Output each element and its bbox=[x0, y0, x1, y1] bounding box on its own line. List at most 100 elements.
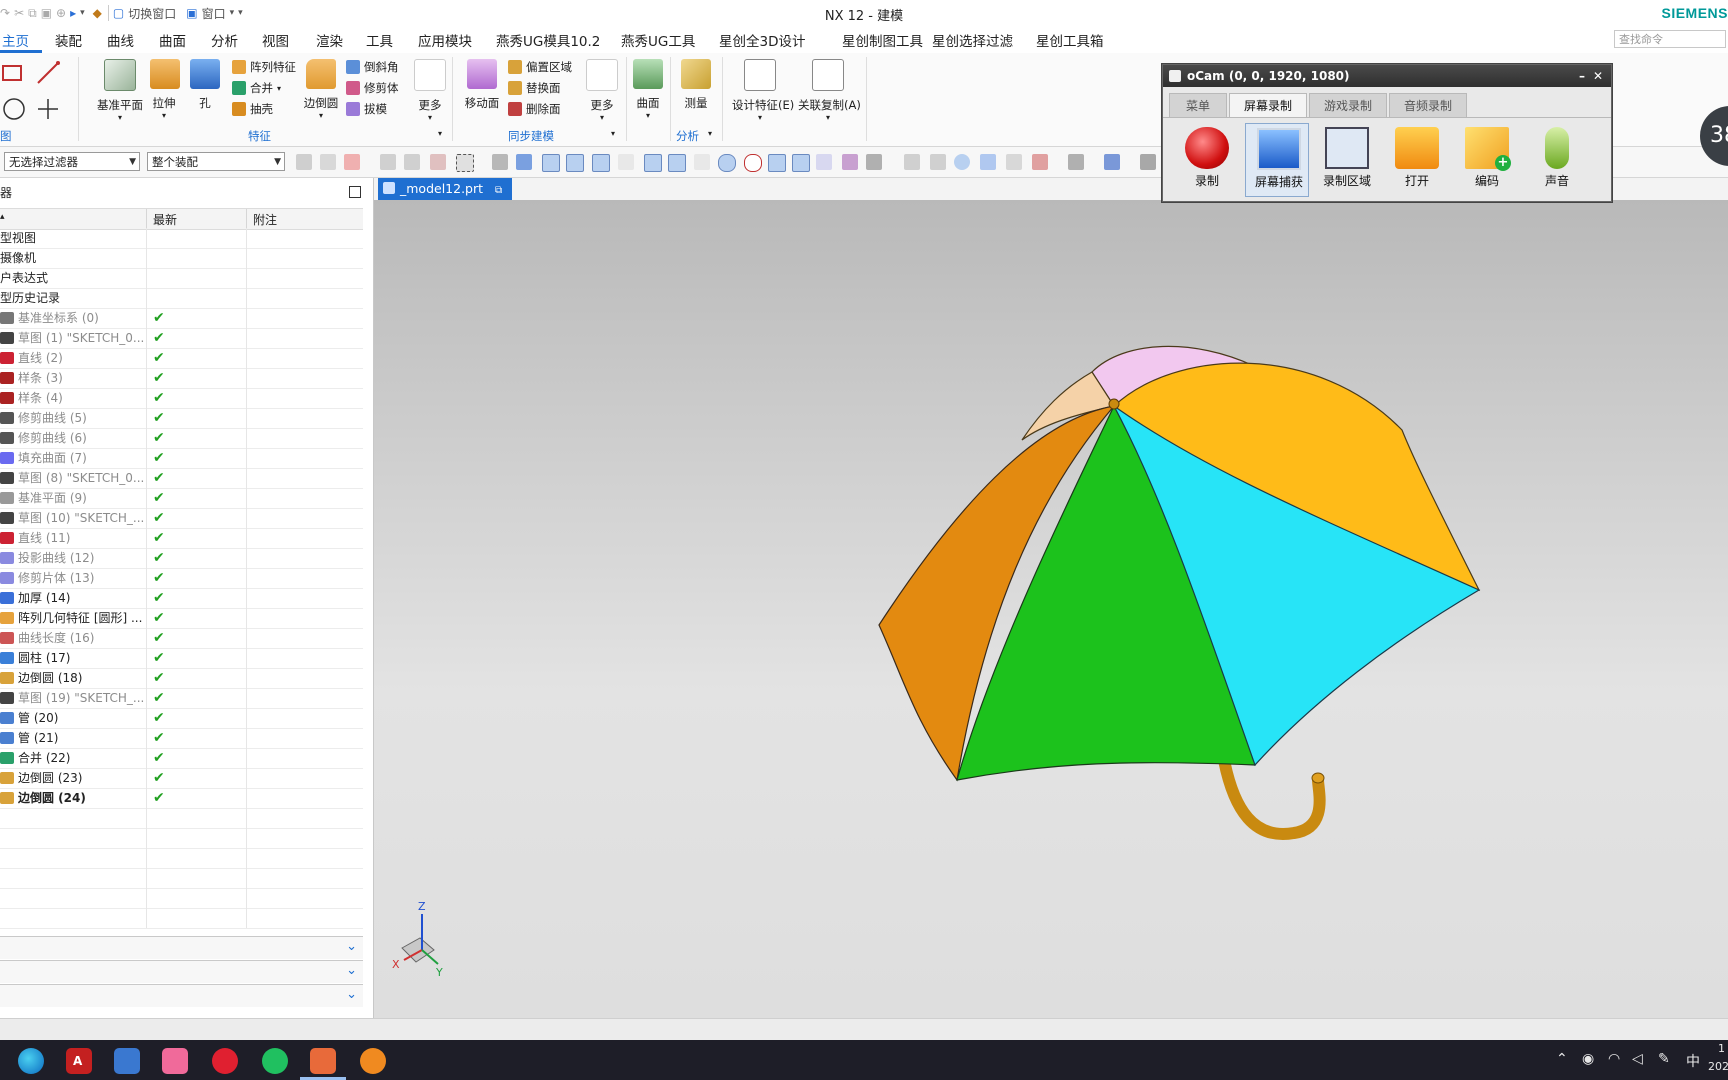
ime-indicator[interactable]: 中 bbox=[1686, 1051, 1700, 1071]
chevron-down-icon[interactable]: ⌄ bbox=[346, 939, 357, 954]
ocam-tab-audio-record[interactable]: 音频录制 bbox=[1389, 93, 1467, 118]
ocam-sound-button[interactable]: 声音 bbox=[1525, 123, 1589, 197]
surface-button[interactable]: 曲面 ▾ bbox=[632, 59, 664, 120]
tab-xingchuang-drawing[interactable]: 星创制图工具 bbox=[842, 30, 923, 50]
assembly-scope-select[interactable]: 整个装配 ▼ bbox=[147, 152, 285, 171]
line-icon[interactable] bbox=[36, 61, 60, 85]
chevron-down-icon[interactable]: ⌄ bbox=[346, 987, 357, 1002]
feature-row[interactable]: 修剪曲线 (5) ✔ bbox=[0, 408, 363, 429]
file-tab[interactable]: _model12.prt ⧉ ✕ bbox=[378, 178, 512, 220]
circle-icon[interactable] bbox=[2, 97, 26, 121]
point-icon[interactable] bbox=[36, 97, 60, 121]
column-notes[interactable]: 附注 bbox=[253, 211, 277, 228]
snap-edge-icon[interactable] bbox=[592, 154, 610, 172]
tab-application[interactable]: 应用模块 bbox=[418, 30, 472, 50]
zoom-icon[interactable] bbox=[930, 154, 946, 170]
feature-row[interactable]: 基准坐标系 (0) ✔ bbox=[0, 308, 363, 329]
tab-yanxiu-tools[interactable]: 燕秀UG工具 bbox=[621, 30, 695, 50]
ocam-record-button[interactable]: 录制 bbox=[1175, 123, 1239, 197]
tab-curve[interactable]: 曲线 bbox=[107, 30, 134, 50]
acrobat-icon[interactable]: A bbox=[66, 1048, 92, 1074]
tab-yanxiu-mold[interactable]: 燕秀UG模具10.2 bbox=[496, 30, 600, 50]
snap-face-icon[interactable] bbox=[816, 154, 832, 170]
details-panel[interactable]: ⌄ bbox=[0, 960, 363, 983]
snap-tangent-icon[interactable] bbox=[694, 154, 710, 170]
delete-face-button[interactable]: 删除面 bbox=[508, 101, 561, 117]
feature-row[interactable]: 样条 (4) ✔ bbox=[0, 388, 363, 409]
feature-row[interactable]: 基准平面 (9) ✔ bbox=[0, 488, 363, 509]
clock-date[interactable]: 202 bbox=[1708, 1060, 1728, 1073]
replace-face-button[interactable]: 替换面 bbox=[508, 80, 561, 96]
snap-curve-icon[interactable] bbox=[618, 154, 634, 170]
snap-wave-icon[interactable] bbox=[668, 154, 686, 172]
ocam-tab-game-record[interactable]: 游戏录制 bbox=[1309, 93, 1387, 118]
feature-row[interactable]: 修剪片体 (13) ✔ bbox=[0, 568, 363, 589]
body-icon[interactable] bbox=[516, 154, 532, 170]
navigator-node[interactable]: 型视图 bbox=[0, 228, 363, 249]
ocam-title-bar[interactable]: oCam (0, 0, 1920, 1080) – ✕ bbox=[1163, 65, 1611, 87]
snap-spline-icon[interactable] bbox=[644, 154, 662, 172]
snap-icon-3[interactable] bbox=[380, 154, 396, 170]
ocam-record-area-button[interactable]: 录制区域 bbox=[1315, 123, 1379, 197]
pan-icon[interactable] bbox=[980, 154, 996, 170]
display-icon[interactable] bbox=[1104, 154, 1120, 170]
unite-button[interactable]: 合并 ▾ bbox=[232, 80, 281, 96]
feature-row[interactable]: 阵列几何特征 [圆形] ... ✔ bbox=[0, 608, 363, 629]
associative-copy-button[interactable]: 关联复制(A) ▾ bbox=[798, 59, 861, 122]
snap-line-icon[interactable] bbox=[566, 154, 584, 172]
snap-icon-5[interactable] bbox=[430, 154, 446, 170]
snap-icon-2[interactable] bbox=[320, 154, 336, 170]
tab-view[interactable]: 视图 bbox=[262, 30, 289, 50]
edge-browser-icon[interactable] bbox=[18, 1048, 44, 1074]
tab-assembly[interactable]: 装配 bbox=[55, 30, 82, 50]
wifi-icon[interactable]: ◠ bbox=[1608, 1051, 1620, 1067]
chevron-down-icon[interactable]: ⌄ bbox=[346, 963, 357, 978]
snap-endpoint-icon[interactable] bbox=[542, 154, 560, 172]
navigator-node[interactable]: 户表达式 bbox=[0, 268, 363, 289]
edge-blend-button[interactable]: 边倒圆 ▾ bbox=[302, 59, 340, 120]
navigator-node[interactable]: 摄像机 bbox=[0, 248, 363, 269]
measure-button[interactable]: 测量 bbox=[680, 59, 712, 111]
lasso-select-icon[interactable] bbox=[456, 154, 474, 172]
feature-row[interactable]: 样条 (3) ✔ bbox=[0, 368, 363, 389]
close-icon[interactable]: ✕ bbox=[1593, 65, 1603, 87]
render-style-icon[interactable] bbox=[1068, 154, 1084, 170]
feature-row[interactable]: 草图 (8) "SKETCH_0... ✔ bbox=[0, 468, 363, 489]
minimize-icon[interactable]: – bbox=[1579, 65, 1585, 87]
feature-row[interactable]: 草图 (1) "SKETCH_0... ✔ bbox=[0, 328, 363, 349]
snap-intersect-icon[interactable] bbox=[792, 154, 810, 172]
ocam-encode-button[interactable]: + 编码 bbox=[1455, 123, 1519, 197]
tab-surface[interactable]: 曲面 bbox=[159, 30, 186, 50]
snap-point-icon[interactable] bbox=[768, 154, 786, 172]
ocam-open-button[interactable]: 打开 bbox=[1385, 123, 1449, 197]
feature-row[interactable]: 填充曲面 (7) ✔ bbox=[0, 448, 363, 469]
extrude-button[interactable]: 拉伸 ▾ bbox=[150, 59, 180, 120]
tab-xingchuang-3d[interactable]: 星创全3D设计 bbox=[719, 30, 805, 50]
snap-icon-4[interactable] bbox=[404, 154, 420, 170]
feature-row[interactable]: 曲线长度 (16) ✔ bbox=[0, 628, 363, 649]
feature-row[interactable]: 边倒圆 (24) ✔ bbox=[0, 788, 363, 809]
solid-icon[interactable] bbox=[492, 154, 508, 170]
design-feature-button[interactable]: 设计特征(E) ▾ bbox=[732, 59, 794, 122]
wechat-icon[interactable] bbox=[262, 1048, 288, 1074]
type-filter-select[interactable]: 无选择过滤器 ▼ bbox=[4, 152, 140, 171]
netease-music-icon[interactable] bbox=[212, 1048, 238, 1074]
snap-center-icon[interactable] bbox=[718, 154, 736, 172]
layer-icon[interactable] bbox=[1032, 154, 1048, 170]
volume-icon[interactable]: ◁ bbox=[1632, 1051, 1643, 1067]
navigator-node[interactable]: 型历史记录 bbox=[0, 288, 363, 309]
app-icon-3[interactable] bbox=[114, 1048, 140, 1074]
snap-icon-1[interactable] bbox=[296, 154, 312, 170]
pen-icon[interactable]: ✎ bbox=[1658, 1051, 1670, 1067]
pin-icon[interactable]: ⧉ bbox=[495, 185, 502, 196]
sort-ascending-icon[interactable]: ▴ bbox=[0, 212, 5, 222]
feature-group-dropdown-icon[interactable]: ▾ bbox=[438, 129, 442, 138]
tab-xingchuang-toolbox[interactable]: 星创工具箱 bbox=[1036, 30, 1104, 50]
column-latest[interactable]: 最新 bbox=[153, 211, 177, 228]
draft-button[interactable]: 拔模 bbox=[346, 101, 387, 117]
ocam-tab-screen-record[interactable]: 屏幕录制 bbox=[1229, 93, 1307, 118]
feature-row[interactable]: 草图 (10) "SKETCH_... ✔ bbox=[0, 508, 363, 529]
feature-row[interactable]: 草图 (19) "SKETCH_... ✔ bbox=[0, 688, 363, 709]
snap-grid-icon[interactable] bbox=[866, 154, 882, 170]
more-sync-button[interactable]: 更多 ▾ bbox=[586, 59, 618, 122]
